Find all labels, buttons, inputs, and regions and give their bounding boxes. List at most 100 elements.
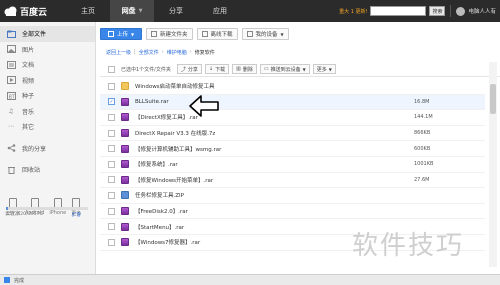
top-navbar: 百度云 主页 网盘 ▼ 分享 应用 重大 1 更新! 搜索 电脑人人有 — [0, 0, 500, 22]
logo-text: 百度云 — [20, 7, 48, 18]
file-name[interactable]: 任务栏修复工具.ZIP — [135, 191, 335, 199]
row-checkbox[interactable] — [108, 82, 115, 90]
upload-button[interactable]: 上传 ▼ — [100, 28, 142, 40]
expand-quota-link[interactable]: 扩容 — [72, 212, 81, 218]
sidebar-item-images[interactable]: 图片 — [0, 42, 95, 58]
file-row[interactable]: 【FreeDisk2.0】.rar — [100, 204, 485, 220]
row-checkbox[interactable] — [108, 145, 115, 153]
select-all-checkbox[interactable] — [108, 65, 115, 73]
file-name[interactable]: 【Windows7修复器】.rar — [135, 238, 335, 246]
file-name[interactable]: Windows启动菜单自动修复工具 — [135, 82, 335, 90]
sidebar-item-other[interactable]: ⋯ 其它 — [0, 119, 95, 135]
update-notice[interactable]: 重大 1 更新! — [339, 8, 367, 15]
file-row[interactable]: 【DirectX修复工具】.rar 144.1M — [100, 110, 485, 126]
cloud-logo-icon — [4, 6, 17, 17]
file-row[interactable]: 【修复计算机辅助工具】wsmg.rar 600KB — [100, 141, 485, 157]
breadcrumb-level1[interactable]: 维护电脑 — [167, 49, 187, 56]
nav-tab-netdisk[interactable]: 网盘 ▼ — [110, 0, 154, 22]
row-checkbox[interactable] — [108, 191, 115, 199]
row-checkbox[interactable] — [108, 129, 115, 137]
chevron-right-icon: › — [189, 49, 192, 55]
row-checkbox[interactable] — [108, 207, 115, 215]
chevron-down-icon: ▼ — [138, 8, 143, 14]
share-button[interactable]: ⤴ 分享 — [176, 64, 202, 74]
chevron-down-icon: ▼ — [302, 66, 306, 72]
row-checkbox[interactable] — [108, 160, 115, 168]
baidu-cloud-logo[interactable]: 百度云 — [0, 0, 66, 22]
file-name[interactable]: 【FreeDisk2.0】.rar — [135, 207, 335, 215]
row-checkbox[interactable] — [108, 113, 115, 121]
divider — [450, 5, 452, 17]
file-size: 16.8M — [414, 98, 430, 105]
breadcrumb-root[interactable]: 全部文件 — [139, 49, 159, 56]
file-row[interactable]: ✓ BLLSuite.rar 16.8M — [100, 94, 485, 111]
nav-tab-share[interactable]: 分享 — [154, 0, 198, 22]
ie-status-icon — [4, 277, 10, 283]
my-devices-button[interactable]: 我的设备 ▼ — [241, 28, 289, 40]
file-name[interactable]: 【StartMenu】.rar — [135, 223, 335, 231]
file-size: 27.6M — [414, 176, 430, 183]
delete-button[interactable]: ▥ 删除 — [232, 64, 257, 74]
image-icon — [6, 45, 16, 54]
file-name[interactable]: DirectX Repair V3.3 在线版.7z — [135, 129, 335, 137]
row-checkbox[interactable]: ✓ — [108, 98, 115, 106]
file-name[interactable]: 【修复Windows开始菜单】.rar — [135, 176, 335, 184]
nav-tab-home[interactable]: 主页 — [66, 0, 110, 22]
file-name[interactable]: 【修复计算机辅助工具】wsmg.rar — [135, 145, 335, 153]
file-row[interactable]: 【修复系统】.rar 1001KB — [100, 157, 485, 173]
push-label: 推送到云设备 — [270, 66, 301, 73]
file-size: 1001KB — [414, 161, 434, 168]
file-name[interactable]: 【修复系统】.rar — [135, 160, 335, 168]
devices-label: 我的设备 — [255, 32, 278, 38]
nav-tab-label: 网盘 — [121, 7, 136, 15]
sidebar-item-all-files[interactable]: 全部文件 — [0, 26, 95, 42]
nav-tab-apps[interactable]: 应用 — [198, 0, 242, 22]
sidebar-item-label: 其它 — [22, 124, 35, 132]
file-row[interactable]: Windows启动菜单自动修复工具 — [100, 79, 485, 95]
user-name[interactable]: 电脑人人有 — [468, 7, 496, 15]
new-folder-button[interactable]: 新建文件夹 — [146, 28, 193, 40]
sidebar-item-torrent[interactable]: BT 种子 — [0, 88, 95, 104]
search-input[interactable] — [370, 6, 427, 16]
breadcrumb-current: 修复软件 — [194, 50, 215, 56]
push-to-device-button[interactable]: ▭ 推送到云设备 ▼ — [259, 64, 310, 74]
scrollbar-thumb[interactable] — [490, 84, 496, 114]
sidebar-item-label: 我的分享 — [22, 145, 47, 153]
sidebar-item-my-share[interactable]: 我的分享 — [0, 141, 95, 157]
sidebar-item-label: 音乐 — [22, 108, 35, 116]
zip-file-icon — [121, 191, 129, 200]
quota-fill — [6, 207, 8, 210]
sidebar-item-music[interactable]: ♫ 音乐 — [0, 104, 95, 120]
file-row[interactable]: 【修复Windows开始菜单】.rar 27.6M — [100, 173, 485, 189]
top-right-area: 重大 1 更新! 搜索 电脑人人有 — [339, 0, 496, 22]
row-checkbox[interactable] — [108, 223, 115, 231]
breadcrumb-back[interactable]: 返回上一级 — [106, 49, 131, 56]
avatar[interactable] — [456, 6, 466, 16]
download-button[interactable]: ↓ 下载 — [204, 64, 230, 74]
search-button[interactable]: 搜索 — [429, 6, 446, 16]
row-checkbox[interactable] — [108, 238, 115, 246]
file-row[interactable]: 任务栏修复工具.ZIP — [100, 188, 485, 204]
sidebar-item-recycle[interactable]: 回收站 — [0, 162, 95, 178]
sidebar-item-label: 文档 — [22, 62, 35, 70]
nav-tab-label: 主页 — [81, 7, 95, 15]
breadcrumb: 返回上一级 | 全部文件 › 维护电脑 › 修复软件 — [106, 49, 215, 56]
left-arrow-icon — [189, 95, 219, 117]
file-row[interactable]: DirectX Repair V3.3 在线版.7z 866KB — [100, 126, 485, 142]
sidebar-item-label: 回收站 — [22, 167, 41, 175]
sidebar-item-video[interactable]: 视频 — [0, 73, 95, 89]
chevron-down-icon: ▼ — [328, 66, 332, 72]
row-checkbox[interactable] — [108, 176, 115, 184]
file-name[interactable]: 【DirectX修复工具】.rar — [135, 113, 335, 121]
video-icon — [6, 76, 16, 85]
upload-icon — [107, 31, 114, 37]
music-icon: ♫ — [8, 107, 14, 115]
device-icon — [246, 31, 253, 37]
file-name[interactable]: BLLSuite.rar — [135, 99, 335, 105]
device-icon: ▭ — [263, 66, 269, 72]
rar-file-icon — [121, 113, 129, 122]
status-text: 完成 — [14, 277, 25, 284]
sidebar-item-docs[interactable]: 文档 — [0, 57, 95, 73]
more-button[interactable]: 更多 ▼ — [312, 64, 336, 74]
offline-download-button[interactable]: 离线下载 — [196, 28, 238, 40]
